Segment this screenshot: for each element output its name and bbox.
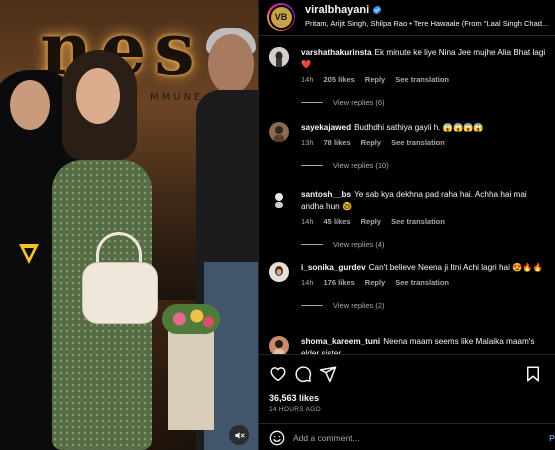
post-video[interactable]: nes MMUNE [0, 0, 258, 450]
replies-divider [301, 305, 323, 306]
view-replies-label: View replies (10) [333, 161, 389, 170]
commenter-avatar[interactable] [269, 122, 289, 142]
commenter-avatar[interactable] [269, 189, 289, 209]
author-avatar-inner: VB [268, 4, 294, 30]
music-info[interactable]: Pritam, Arijit Singh, Shilpa Rao • Tere … [305, 19, 555, 28]
speaker-muted-icon-glyph [234, 431, 245, 439]
comment-body: varshathakurinsta Ek minute ke liye Nina … [301, 47, 551, 107]
comment-text-line: santosh__bs Ye sab kya dekhna pad raha ha… [301, 189, 551, 213]
view-replies-label: View replies (6) [333, 98, 385, 107]
commenter-avatar-image [269, 122, 289, 142]
reply-button[interactable]: Reply [361, 217, 381, 226]
commenter-avatar[interactable] [269, 47, 289, 67]
comment-body: santosh__bs Ye sab kya dekhna pad raha ha… [301, 189, 551, 249]
comment-likes[interactable]: 176 likes [324, 278, 355, 287]
comment-time[interactable]: 14h [301, 217, 314, 226]
comment-input[interactable] [293, 430, 513, 446]
post-comment-button[interactable]: Po [549, 433, 555, 443]
view-replies-button[interactable]: View replies (6) [301, 98, 551, 107]
reply-button[interactable]: Reply [365, 278, 385, 287]
comment-time[interactable]: 13h [301, 138, 314, 147]
watermark-logo [19, 244, 39, 264]
author-avatar[interactable]: VB [267, 3, 295, 31]
verified-badge-icon [373, 5, 382, 15]
comment-text-line: shoma_kareem_tuni Neena maam seems like M… [301, 336, 551, 354]
see-translation-button[interactable]: See translation [395, 278, 449, 287]
replies-divider [301, 165, 323, 166]
see-translation-button[interactable]: See translation [395, 75, 449, 84]
flower-bag [168, 320, 214, 430]
comment-username[interactable]: varshathakurinsta [301, 48, 372, 57]
comment-likes[interactable]: 45 likes [324, 217, 351, 226]
person-left-face [10, 80, 50, 130]
bookmark-icon[interactable] [524, 365, 542, 383]
comment-time[interactable]: 14h [301, 75, 314, 84]
replies-divider [301, 102, 323, 103]
person-right-face [208, 34, 254, 94]
author-username[interactable]: viralbhayani [305, 4, 369, 16]
comment-meta: 13h 78 likes Reply See translation [301, 138, 551, 147]
replies-divider [301, 244, 323, 245]
comment-meta: 14h 176 likes Reply See translation [301, 278, 551, 287]
view-replies-button[interactable]: View replies (10) [301, 161, 551, 170]
post-header: VB viralbhayani Pritam, Arijit Singh, Sh… [259, 0, 555, 36]
comment-likes[interactable]: 205 likes [324, 75, 355, 84]
post-timestamp[interactable]: 14 HOURS AGO [269, 406, 321, 413]
comment-username[interactable]: shoma_kareem_tuni [301, 337, 380, 346]
comment-text-line: varshathakurinsta Ek minute ke liye Nina … [301, 47, 551, 71]
header-text: viralbhayani Pritam, Arijit Singh, Shilp… [305, 4, 555, 28]
see-translation-button[interactable]: See translation [391, 138, 445, 147]
view-replies-button[interactable]: View replies (4) [301, 240, 551, 249]
heart-icon[interactable] [269, 365, 287, 383]
post-sidebar: VB viralbhayani Pritam, Arijit Singh, Sh… [258, 0, 555, 450]
comment-username[interactable]: santosh__bs [301, 190, 351, 199]
emoji-icon[interactable] [269, 430, 285, 446]
comment-text: Can't believe Neena ji Itni Achi lagri h… [368, 263, 543, 272]
commenter-avatar-image [269, 336, 289, 354]
commenter-avatar[interactable] [269, 262, 289, 282]
comment-likes[interactable]: 78 likes [324, 138, 351, 147]
commenter-avatar-image [269, 47, 289, 67]
comment-username[interactable]: sayekajawed [301, 123, 351, 132]
comment-icon[interactable] [294, 365, 312, 383]
handbag [82, 262, 158, 324]
post-actions: 36,563 likes 14 HOURS AGO Po [259, 354, 555, 450]
comment-meta: 14h 45 likes Reply See translation [301, 217, 551, 226]
comment-text: Budhdhi sathiya gayii h. 😱😱😱😱 [354, 123, 484, 132]
author-avatar-image: VB [270, 6, 292, 28]
header-line1: viralbhayani [305, 4, 555, 16]
view-replies-button[interactable]: View replies (2) [301, 301, 551, 310]
comment-text-line: i_sonika_gurdev Can't believe Neena ji It… [301, 262, 551, 274]
commenter-avatar[interactable] [269, 336, 289, 354]
flowers [162, 304, 220, 334]
comment-time[interactable]: 14h [301, 278, 314, 287]
commenter-avatar-image [269, 189, 289, 209]
comment-body: sayekajawed Budhdhi sathiya gayii h. 😱😱😱😱… [301, 122, 551, 170]
venue-sign-sub: MMUNE [150, 92, 204, 103]
comment-body: shoma_kareem_tuni Neena maam seems like M… [301, 336, 551, 354]
action-icon-row [269, 365, 554, 385]
comments-list[interactable]: varshathakurinsta Ek minute ke liye Nina … [259, 37, 555, 354]
comment-username[interactable]: i_sonika_gurdev [301, 263, 366, 272]
person-center-face [76, 68, 120, 124]
see-translation-button[interactable]: See translation [391, 217, 445, 226]
reply-button[interactable]: Reply [365, 75, 385, 84]
add-comment-bar: Po [259, 423, 555, 450]
comment-meta: 14h 205 likes Reply See translation [301, 75, 551, 84]
reply-button[interactable]: Reply [361, 138, 381, 147]
comment-body: i_sonika_gurdev Can't believe Neena ji It… [301, 262, 551, 310]
share-icon[interactable] [319, 365, 337, 383]
speaker-muted-icon[interactable] [229, 425, 249, 445]
view-replies-label: View replies (2) [333, 301, 385, 310]
likes-count[interactable]: 36,563 likes [269, 393, 319, 403]
commenter-avatar-image [269, 262, 289, 282]
view-replies-label: View replies (4) [333, 240, 385, 249]
comment-text-line: sayekajawed Budhdhi sathiya gayii h. 😱😱😱😱 [301, 122, 551, 134]
